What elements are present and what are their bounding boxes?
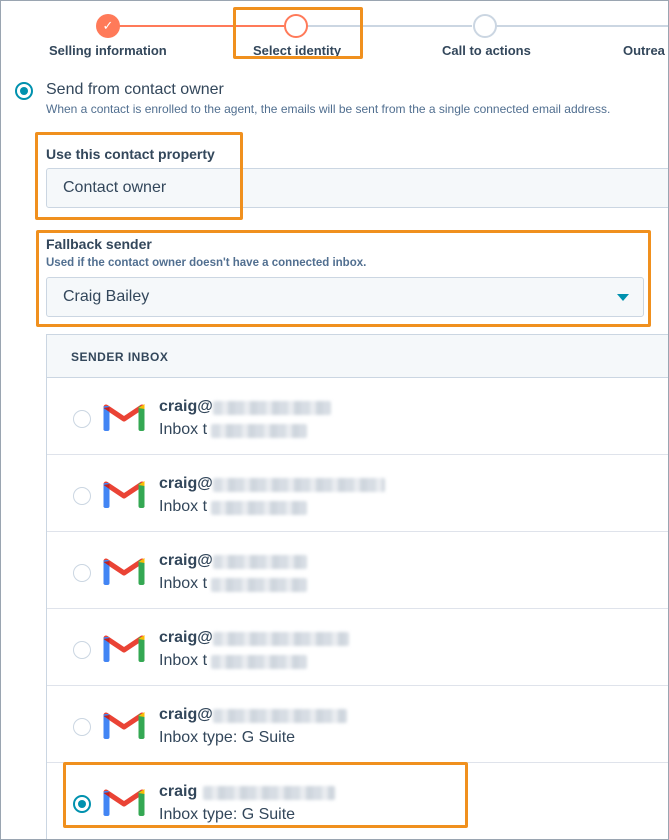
inbox-type: Inbox t [159, 421, 208, 438]
stepper-line [307, 25, 472, 27]
send-from-contact-owner-radio[interactable] [15, 82, 33, 100]
redacted-text [213, 632, 349, 646]
gmail-icon [103, 712, 145, 739]
table-row[interactable]: craig Inbox type: G Suite [47, 763, 668, 839]
inbox-select-radio[interactable] [73, 564, 91, 582]
inbox-type: Inbox type: G Suite [159, 806, 296, 823]
gmail-icon [103, 635, 145, 662]
inbox-select-radio[interactable] [73, 795, 91, 813]
inbox-type: Inbox t [159, 652, 208, 669]
step-label-outreach[interactable]: Outrea [623, 43, 665, 58]
contact-property-label: Use this contact property [46, 146, 215, 162]
table-header: SENDER INBOX [47, 335, 668, 378]
table-row[interactable]: craig@ Inbox t [47, 378, 668, 455]
inbox-email: craig@ [159, 398, 213, 415]
table-row[interactable]: craig@ Inbox t [47, 609, 668, 686]
step-label-call-to-actions[interactable]: Call to actions [442, 43, 531, 58]
gmail-icon [103, 558, 145, 585]
page-frame: ✓ Selling information Select identity Ca… [0, 0, 669, 840]
redacted-text [211, 655, 307, 669]
step-label-select-identity[interactable]: Select identity [253, 43, 341, 58]
step-current-circle[interactable] [284, 14, 308, 38]
redacted-text [213, 555, 307, 569]
fallback-sender-dropdown[interactable]: Craig Bailey [46, 277, 644, 317]
fallback-sender-label: Fallback sender [46, 236, 152, 252]
redacted-text [211, 578, 307, 592]
contact-property-select[interactable]: Contact owner [46, 168, 668, 208]
fallback-sender-help: Used if the contact owner doesn't have a… [46, 257, 367, 269]
redacted-text [203, 786, 335, 800]
redacted-text [213, 709, 347, 723]
gmail-icon [103, 481, 145, 508]
fallback-sender-value: Craig Bailey [63, 288, 150, 305]
redacted-text [211, 501, 307, 515]
stepper-line [496, 25, 668, 27]
inbox-email: craig@ [159, 475, 213, 492]
gmail-icon [103, 789, 145, 816]
redacted-text [213, 401, 331, 415]
step-complete-check-icon[interactable]: ✓ [96, 14, 120, 38]
step-label-selling-information[interactable]: Selling information [49, 43, 167, 58]
inbox-email: craig@ [159, 552, 213, 569]
inbox-email: craig [159, 783, 198, 800]
inbox-select-radio[interactable] [73, 487, 91, 505]
send-option-description: When a contact is enrolled to the agent,… [46, 102, 611, 116]
chevron-down-icon[interactable] [617, 294, 629, 301]
inbox-email: craig@ [159, 706, 213, 723]
redacted-text [211, 424, 307, 438]
inbox-type: Inbox t [159, 498, 208, 515]
inbox-type: Inbox type: G Suite [159, 729, 296, 746]
table-row[interactable]: craig@ Inbox t [47, 455, 668, 532]
stepper-progress-line [119, 25, 284, 27]
redacted-text [213, 478, 385, 492]
gmail-icon [103, 404, 145, 431]
inbox-select-radio[interactable] [73, 641, 91, 659]
sender-inbox-column-header: SENDER INBOX [71, 350, 169, 364]
inbox-select-radio[interactable] [73, 410, 91, 428]
contact-property-value: Contact owner [63, 179, 167, 196]
inbox-select-radio[interactable] [73, 718, 91, 736]
step-upcoming-circle[interactable] [473, 14, 497, 38]
sender-inbox-table: SENDER INBOX craig@ Inbox t craig@ Inbox… [46, 334, 668, 839]
table-row[interactable]: craig@ Inbox t [47, 532, 668, 609]
table-row[interactable]: craig@ Inbox type: G Suite [47, 686, 668, 763]
send-option-title[interactable]: Send from contact owner [46, 81, 224, 99]
inbox-type: Inbox t [159, 575, 208, 592]
inbox-email: craig@ [159, 629, 213, 646]
